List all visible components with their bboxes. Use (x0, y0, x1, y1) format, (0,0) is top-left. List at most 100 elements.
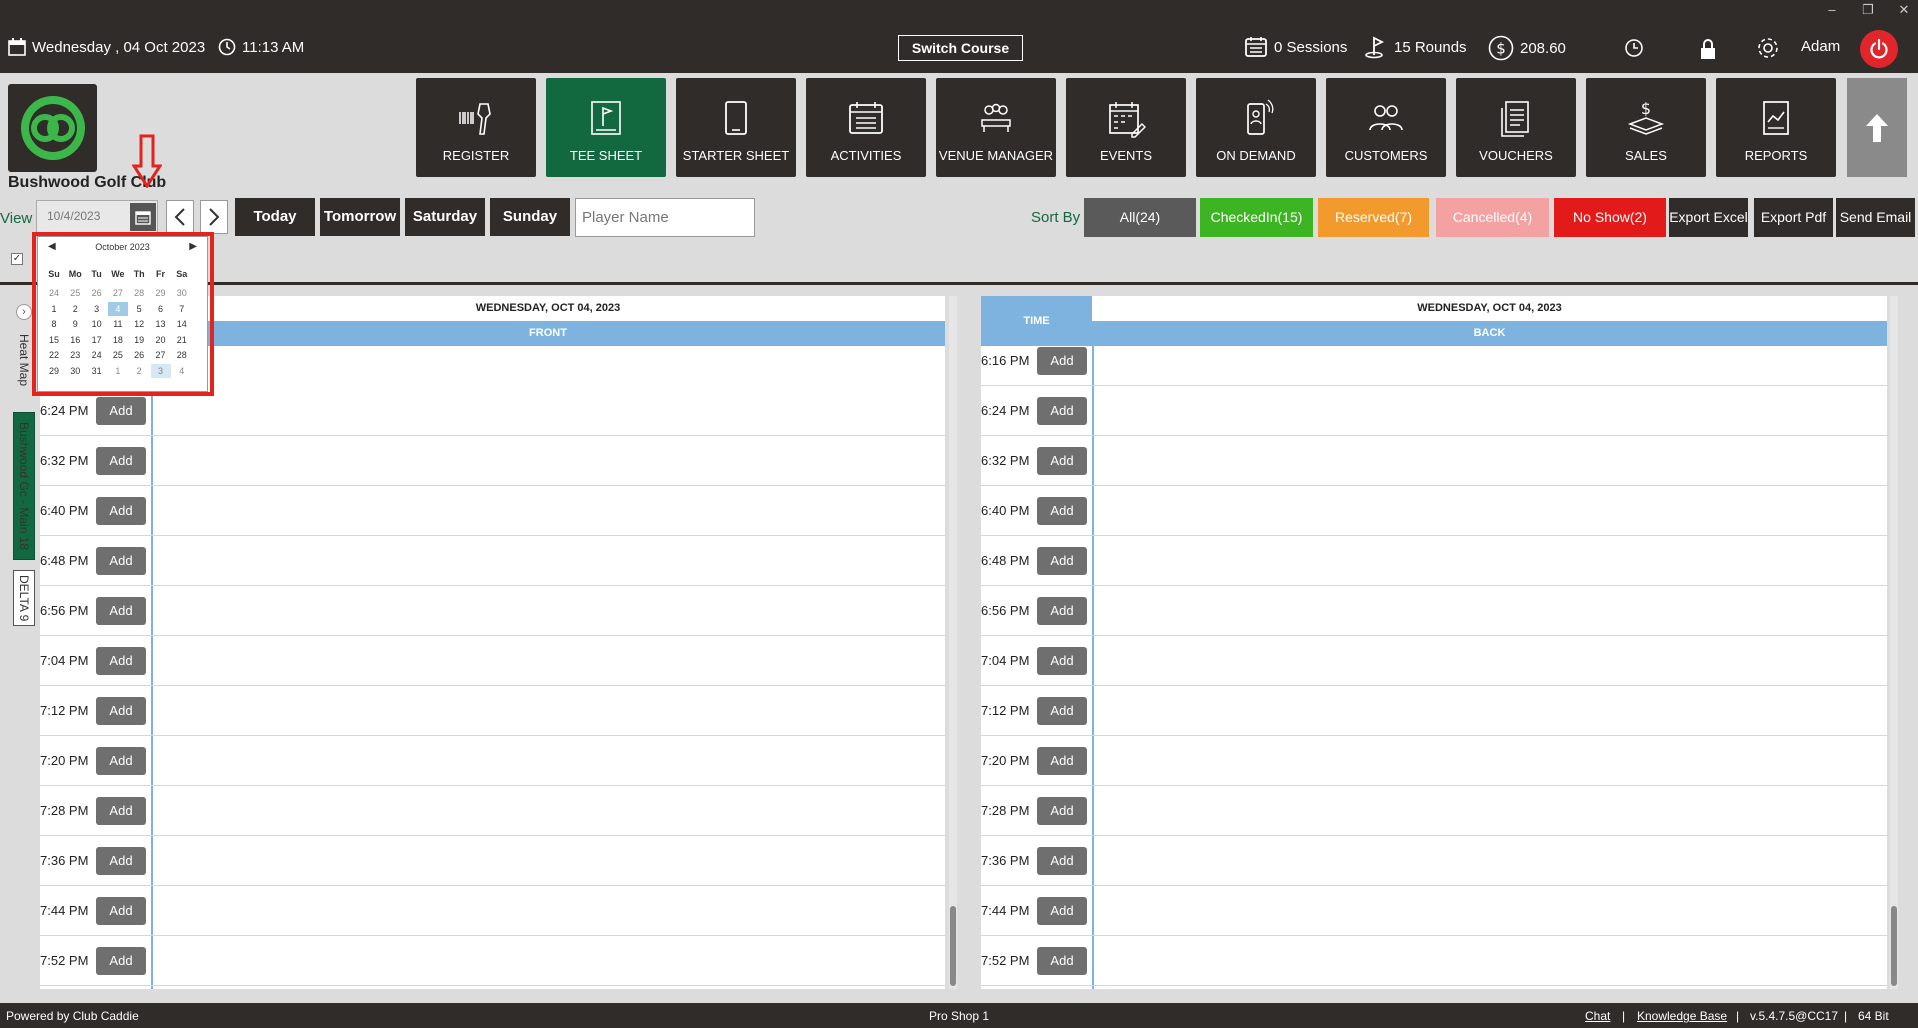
saturday-button[interactable]: Saturday (405, 198, 485, 236)
nav-events-button[interactable]: EVENTS (1066, 78, 1186, 177)
checkbox[interactable]: ✓ (11, 253, 23, 265)
add-booking-button[interactable]: Add (96, 747, 146, 775)
calendar-day[interactable]: 2 (129, 364, 149, 378)
nav-sales-button[interactable]: $ SALES (1586, 78, 1706, 177)
calendar-day[interactable]: 2 (65, 302, 85, 316)
knowledge-base-link[interactable]: Knowledge Base (1637, 1009, 1727, 1023)
back-scrollbar[interactable] (1890, 296, 1898, 989)
calendar-day[interactable]: 12 (129, 317, 149, 331)
calendar-day[interactable]: 18 (108, 333, 128, 347)
settings-button[interactable] (1755, 35, 1781, 61)
calendar-day[interactable]: 24 (87, 348, 107, 362)
heat-map-tab[interactable]: Heat Map (14, 326, 34, 394)
calendar-day[interactable]: 16 (65, 333, 85, 347)
close-window-button[interactable]: ✕ (1894, 2, 1914, 18)
front-scroll-thumb[interactable] (950, 906, 956, 986)
add-booking-button[interactable]: Add (96, 447, 146, 475)
calendar-day[interactable]: 29 (151, 286, 171, 300)
restore-window-button[interactable]: ❐ (1858, 2, 1878, 18)
sessions-counter[interactable]: 0 Sessions (1244, 35, 1347, 59)
calendar-day[interactable]: 22 (44, 348, 64, 362)
calendar-day[interactable]: 27 (151, 348, 171, 362)
back-scroll-thumb[interactable] (1891, 906, 1897, 986)
calendar-day[interactable]: 3 (150, 363, 171, 378)
minimize-window-button[interactable]: ‒ (1822, 2, 1842, 17)
add-booking-button[interactable]: Add (96, 497, 146, 525)
add-booking-button[interactable]: Add (96, 697, 146, 725)
previous-day-button[interactable] (166, 200, 194, 234)
rounds-counter[interactable]: 15 Rounds (1364, 35, 1467, 59)
calendar-day[interactable]: 8 (44, 317, 64, 331)
collapse-up-button[interactable] (1847, 78, 1907, 177)
add-booking-button[interactable]: Add (96, 597, 146, 625)
calendar-day[interactable]: 6 (151, 302, 171, 316)
nav-starter-sheet-button[interactable]: STARTER SHEET (676, 78, 796, 177)
lock-button[interactable] (1698, 38, 1718, 60)
power-button[interactable] (1860, 30, 1898, 68)
nav-customers-button[interactable]: CUSTOMERS (1326, 78, 1446, 177)
date-picker-button[interactable] (130, 203, 156, 231)
calendar-day[interactable]: 31 (87, 364, 107, 378)
calendar-day[interactable]: 24 (44, 286, 64, 300)
filter-checkedin-button[interactable]: CheckedIn(15) (1200, 198, 1313, 237)
calendar-day[interactable]: 11 (108, 317, 128, 331)
add-booking-button[interactable]: Add (96, 947, 146, 975)
calendar-day[interactable]: 5 (129, 302, 149, 316)
export-pdf-button[interactable]: Export Pdf (1754, 198, 1833, 237)
calendar-month-title[interactable]: October 2023 (38, 242, 207, 252)
add-booking-button[interactable]: Add (1037, 647, 1087, 675)
add-booking-button[interactable]: Add (1037, 597, 1087, 625)
calendar-day[interactable]: 21 (172, 333, 192, 347)
add-booking-button[interactable]: Add (1037, 847, 1087, 875)
user-name[interactable]: Adam (1801, 38, 1840, 55)
filter-cancelled-button[interactable]: Cancelled(4) (1436, 198, 1549, 237)
add-booking-button[interactable]: Add (1037, 797, 1087, 825)
sunday-button[interactable]: Sunday (490, 198, 570, 236)
calendar-day[interactable]: 9 (65, 317, 85, 331)
add-booking-button[interactable]: Add (1037, 347, 1087, 375)
calendar-day[interactable]: 3 (87, 302, 107, 316)
calendar-day[interactable]: 29 (44, 364, 64, 378)
calendar-next-month[interactable]: ▶ (189, 241, 197, 252)
nav-vouchers-button[interactable]: VOUCHERS (1456, 78, 1576, 177)
add-booking-button[interactable]: Add (96, 397, 146, 425)
player-name-input[interactable]: Player Name (575, 198, 755, 237)
nav-tee-sheet-button[interactable]: TEE SHEET (546, 78, 666, 177)
nav-reports-button[interactable]: REPORTS (1716, 78, 1836, 177)
nav-on-demand-button[interactable]: ON DEMAND (1196, 78, 1316, 177)
add-booking-button[interactable]: Add (1037, 947, 1087, 975)
expand-side-button[interactable]: › (16, 304, 32, 320)
filter-no-show-button[interactable]: No Show(2) (1554, 198, 1666, 237)
switch-course-button[interactable]: Switch Course (898, 35, 1023, 61)
add-booking-button[interactable]: Add (1037, 447, 1087, 475)
calendar-day[interactable]: 23 (65, 348, 85, 362)
calendar-day[interactable]: 26 (129, 348, 149, 362)
calendar-day[interactable]: 4 (172, 364, 192, 378)
calendar-day[interactable]: 1 (44, 302, 64, 316)
chat-link[interactable]: Chat (1585, 1009, 1610, 1023)
add-booking-button[interactable]: Add (96, 847, 146, 875)
calendar-day[interactable]: 27 (108, 286, 128, 300)
add-booking-button[interactable]: Add (1037, 547, 1087, 575)
calendar-day[interactable]: 30 (172, 286, 192, 300)
calendar-day[interactable]: 14 (172, 317, 192, 331)
calendar-day[interactable]: 15 (44, 333, 64, 347)
calendar-day[interactable]: 1 (108, 364, 128, 378)
add-booking-button[interactable]: Add (1037, 397, 1087, 425)
add-booking-button[interactable]: Add (96, 897, 146, 925)
calendar-day[interactable]: 26 (87, 286, 107, 300)
today-button[interactable]: Today (235, 198, 315, 236)
calendar-day[interactable]: 10 (87, 317, 107, 331)
tomorrow-button[interactable]: Tomorrow (320, 198, 400, 236)
course-main-tab[interactable]: Bushwood Gc - Main 18 (13, 412, 35, 560)
export-excel-button[interactable]: Export Excel (1669, 198, 1748, 237)
calendar-day[interactable]: 17 (87, 333, 107, 347)
add-booking-button[interactable]: Add (1037, 747, 1087, 775)
calendar-day[interactable]: 28 (172, 348, 192, 362)
add-booking-button[interactable]: Add (96, 547, 146, 575)
add-booking-button[interactable]: Add (96, 797, 146, 825)
nav-activities-button[interactable]: ACTIVITIES (806, 78, 926, 177)
history-button[interactable] (1624, 38, 1644, 58)
nav-register-button[interactable]: REGISTER (416, 78, 536, 177)
balance-counter[interactable]: $ 208.60 (1488, 35, 1566, 61)
